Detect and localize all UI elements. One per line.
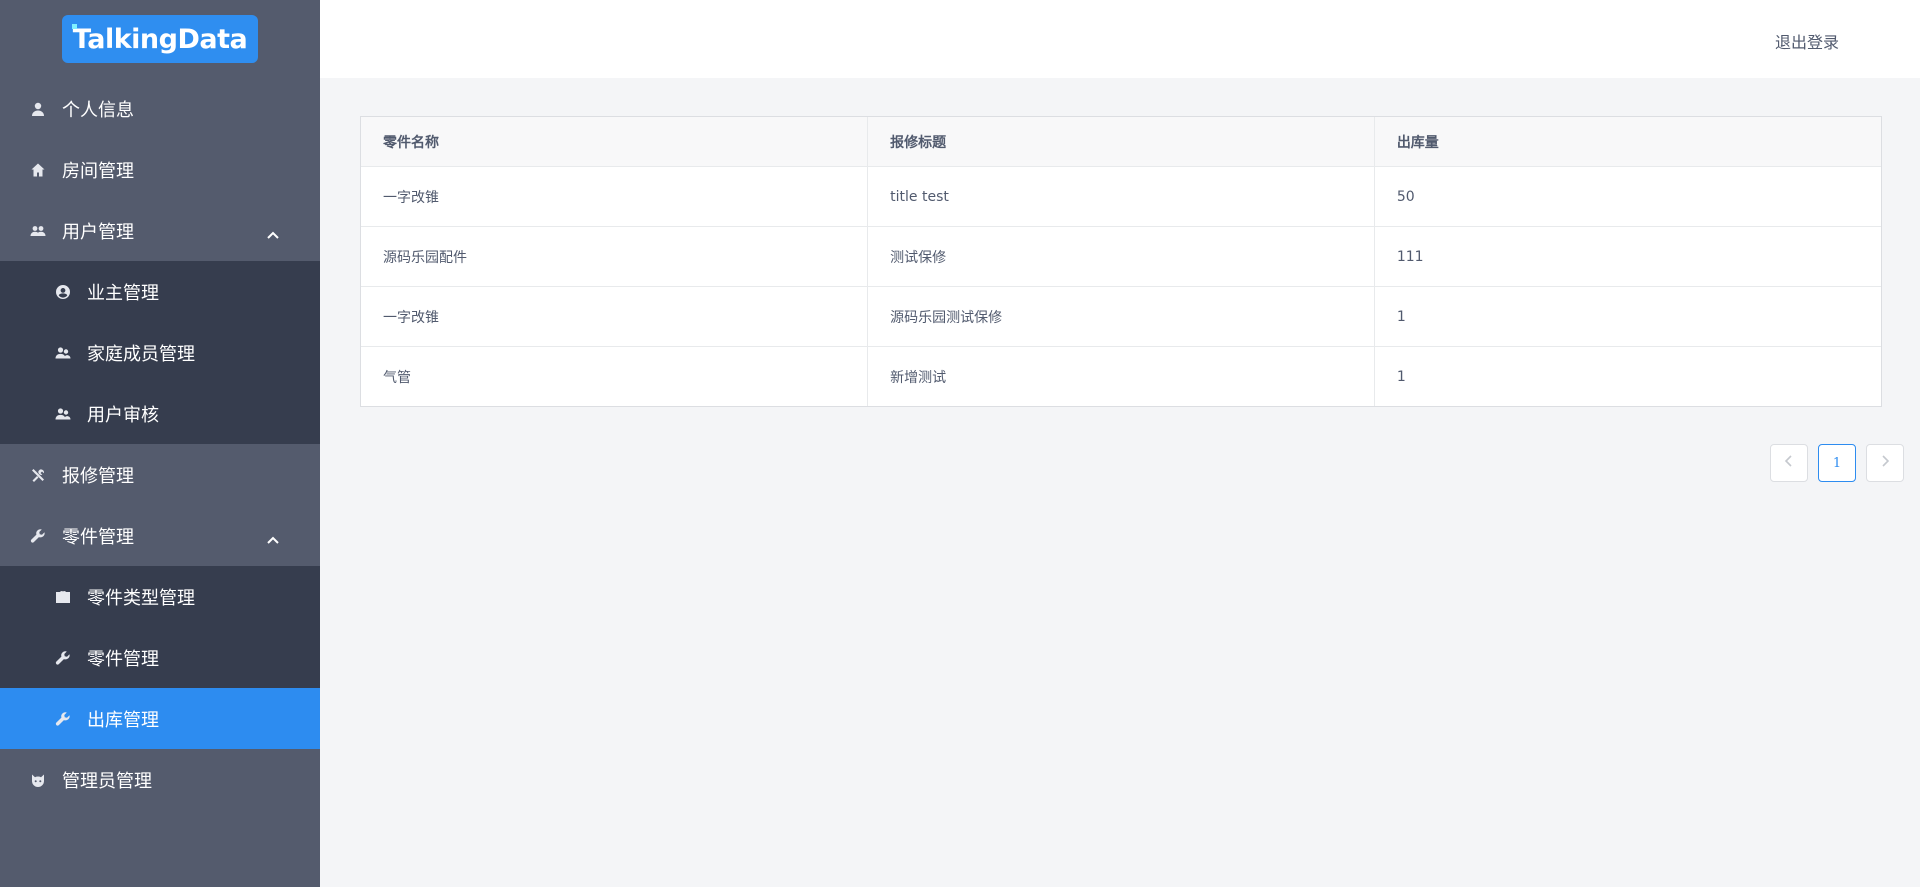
column-header-outbound-qty: 出库量 bbox=[1374, 117, 1881, 167]
sidebar-item-label: 零件管理 bbox=[62, 526, 134, 548]
cell-part-name: 一字改锥 bbox=[361, 166, 869, 227]
people-icon bbox=[55, 345, 71, 361]
wrench-icon bbox=[55, 711, 71, 727]
cell-outbound-qty: 50 bbox=[1374, 166, 1881, 227]
sidebar-item-parts-management[interactable]: 零件管理 bbox=[0, 505, 320, 566]
logo-text: TalkingData bbox=[72, 23, 248, 55]
sidebar-item-repair-management[interactable]: 报修管理 bbox=[0, 444, 320, 505]
cell-outbound-qty: 1 bbox=[1374, 286, 1881, 347]
chevron-right-icon bbox=[1880, 455, 1890, 471]
sidebar-item-label: 出库管理 bbox=[87, 709, 159, 731]
sidebar-item-label: 零件类型管理 bbox=[87, 587, 195, 609]
people-icon bbox=[55, 406, 71, 422]
sidebar-item-label: 房间管理 bbox=[62, 160, 134, 182]
column-header-part-name: 零件名称 bbox=[361, 117, 869, 167]
cell-outbound-qty: 111 bbox=[1374, 226, 1881, 287]
sidebar-item-admin-management[interactable]: 管理员管理 bbox=[0, 749, 320, 810]
logout-button[interactable]: 退出登录 bbox=[1775, 29, 1839, 53]
person-icon bbox=[30, 101, 46, 117]
table-row: 气管 新增测试 1 bbox=[361, 346, 1881, 406]
top-header: 退出登录 bbox=[320, 0, 1920, 78]
table-row: 一字改锥 源码乐园测试保修 1 bbox=[361, 286, 1881, 347]
table-header-row: 零件名称 报修标题 出库量 bbox=[361, 117, 1881, 167]
sidebar-item-family-member-management[interactable]: 家庭成员管理 bbox=[0, 322, 320, 383]
people-icon bbox=[30, 223, 46, 239]
cell-repair-title: title test bbox=[867, 166, 1375, 227]
wrench-icon bbox=[30, 528, 46, 544]
cell-repair-title: 新增测试 bbox=[867, 346, 1375, 406]
sidebar-item-label: 个人信息 bbox=[62, 99, 134, 121]
chevron-up-icon bbox=[266, 225, 280, 239]
sidebar-item-label: 报修管理 bbox=[62, 465, 134, 487]
cell-outbound-qty: 1 bbox=[1396, 368, 1406, 385]
cell-part-name: 气管 bbox=[361, 346, 869, 406]
tools-icon bbox=[30, 467, 46, 483]
admin-icon bbox=[30, 772, 46, 788]
sidebar-item-room-management[interactable]: 房间管理 bbox=[0, 139, 320, 200]
sidebar-item-outbound-management[interactable]: 出库管理 bbox=[0, 688, 320, 749]
sidebar-item-label: 家庭成员管理 bbox=[87, 343, 195, 365]
home-icon bbox=[30, 162, 46, 178]
logo-area: TalkingData bbox=[0, 0, 320, 78]
sidebar-item-label: 业主管理 bbox=[87, 282, 159, 304]
cell-repair-title: 源码乐园测试保修 bbox=[867, 286, 1375, 347]
sidebar-item-user-management[interactable]: 用户管理 bbox=[0, 200, 320, 261]
data-table: 零件名称 报修标题 出库量 一字改锥 title test 50 源码乐园配件 … bbox=[361, 117, 1881, 406]
submenu-user-management: 业主管理 家庭成员管理 用户审核 bbox=[0, 261, 320, 444]
table-row: 源码乐园配件 测试保修 111 bbox=[361, 226, 1881, 287]
wrench-icon bbox=[55, 650, 71, 666]
next-page-button[interactable] bbox=[1866, 444, 1904, 482]
user-circle-icon bbox=[55, 284, 71, 300]
talkingdata-logo[interactable]: TalkingData bbox=[62, 15, 258, 63]
briefcase-icon bbox=[55, 589, 71, 605]
sidebar-item-part-management[interactable]: 零件管理 bbox=[0, 627, 320, 688]
column-header-repair-title: 报修标题 bbox=[867, 117, 1375, 167]
logo-dot bbox=[72, 24, 77, 29]
sidebar: TalkingData 个人信息 房间管理 用户管理 业主管理 家庭成员管理 用… bbox=[0, 0, 320, 887]
chevron-up-icon bbox=[266, 530, 280, 544]
sidebar-item-owner-management[interactable]: 业主管理 bbox=[0, 261, 320, 322]
sidebar-item-part-type-management[interactable]: 零件类型管理 bbox=[0, 566, 320, 627]
pagination: 1 bbox=[1770, 444, 1904, 482]
cell-part-name: 一字改锥 bbox=[361, 286, 869, 347]
sidebar-item-label: 零件管理 bbox=[87, 648, 159, 670]
table-row: 一字改锥 title test 50 bbox=[361, 166, 1881, 227]
outbound-table: 零件名称 报修标题 出库量 一字改锥 title test 50 源码乐园配件 … bbox=[360, 116, 1882, 407]
cell-repair-title: 测试保修 bbox=[867, 226, 1375, 287]
page-1-button[interactable]: 1 bbox=[1818, 444, 1856, 482]
sidebar-item-label: 用户管理 bbox=[62, 221, 134, 243]
sidebar-item-personal-info[interactable]: 个人信息 bbox=[0, 78, 320, 139]
prev-page-button[interactable] bbox=[1770, 444, 1808, 482]
sidebar-item-label: 管理员管理 bbox=[62, 770, 152, 792]
chevron-left-icon bbox=[1784, 455, 1794, 471]
cell-part-name: 源码乐园配件 bbox=[361, 226, 869, 287]
sidebar-item-user-review[interactable]: 用户审核 bbox=[0, 383, 320, 444]
sidebar-item-label: 用户审核 bbox=[87, 404, 159, 426]
submenu-parts-management: 零件类型管理 零件管理 出库管理 bbox=[0, 566, 320, 749]
